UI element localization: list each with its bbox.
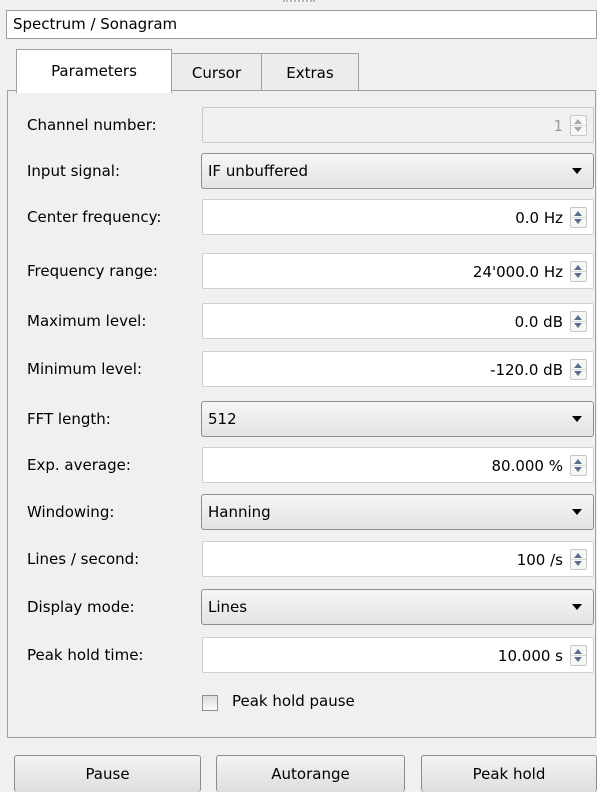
- channel-number-label: Channel number:: [27, 116, 157, 134]
- channel-number-stepper: [570, 115, 587, 136]
- frequency-range-spinbox[interactable]: 24'000.0 Hz: [202, 253, 594, 289]
- chevron-down-icon: [572, 416, 582, 422]
- center-frequency-value: 0.0 Hz: [515, 209, 563, 227]
- spin-down-icon: [574, 127, 582, 132]
- windowing-row: Windowing: Hanning: [0, 494, 597, 530]
- lines-per-second-label: Lines / second:: [27, 550, 140, 568]
- maximum-level-row: Maximum level: 0.0 dB: [0, 303, 597, 339]
- input-signal-dropdown[interactable]: IF unbuffered: [201, 153, 594, 189]
- chevron-down-icon: [572, 168, 582, 174]
- chevron-down-icon: [572, 604, 582, 610]
- fft-length-label: FFT length:: [27, 410, 111, 428]
- channel-number-row: Channel number: 1: [0, 107, 597, 143]
- peak-hold-time-spinbox[interactable]: 10.000 s: [202, 637, 594, 673]
- pause-button[interactable]: Pause: [14, 755, 201, 792]
- autorange-button[interactable]: Autorange: [216, 755, 405, 792]
- channel-number-spinbox: 1: [202, 107, 594, 143]
- peak-hold-button[interactable]: Peak hold: [421, 755, 597, 792]
- lines-per-second-value: 100 /s: [516, 551, 563, 569]
- dock-grip-handle[interactable]: [283, 0, 315, 6]
- peak-hold-time-label: Peak hold time:: [27, 646, 144, 664]
- spin-down-icon[interactable]: [574, 561, 582, 566]
- fft-length-dropdown[interactable]: 512: [201, 401, 594, 437]
- spin-down-icon[interactable]: [574, 273, 582, 278]
- maximum-level-stepper[interactable]: [570, 311, 587, 332]
- peak-hold-time-row: Peak hold time: 10.000 s: [0, 637, 597, 673]
- display-mode-value: Lines: [208, 598, 248, 616]
- display-mode-label: Display mode:: [27, 598, 135, 616]
- tab-cursor[interactable]: Cursor: [171, 53, 262, 91]
- spin-down-icon[interactable]: [574, 219, 582, 224]
- checkbox-box[interactable]: [202, 695, 218, 711]
- center-frequency-label: Center frequency:: [27, 208, 162, 226]
- center-frequency-stepper[interactable]: [570, 207, 587, 228]
- frequency-range-label: Frequency range:: [27, 262, 158, 280]
- channel-number-value: 1: [553, 117, 563, 135]
- frequency-range-row: Frequency range: 24'000.0 Hz: [0, 253, 597, 289]
- frequency-range-stepper[interactable]: [570, 261, 587, 282]
- minimum-level-stepper[interactable]: [570, 359, 587, 380]
- exp-average-label: Exp. average:: [27, 456, 131, 474]
- exp-average-spinbox[interactable]: 80.000 %: [202, 447, 594, 483]
- peak-hold-time-stepper[interactable]: [570, 645, 587, 666]
- maximum-level-spinbox[interactable]: 0.0 dB: [202, 303, 594, 339]
- spin-down-icon[interactable]: [574, 371, 582, 376]
- lines-per-second-row: Lines / second: 100 /s: [0, 541, 597, 577]
- spin-down-icon[interactable]: [574, 323, 582, 328]
- exp-average-value: 80.000 %: [491, 457, 563, 475]
- spin-up-icon[interactable]: [574, 211, 582, 216]
- window-title-bar: Spectrum / Sonagram: [6, 10, 597, 39]
- display-mode-dropdown[interactable]: Lines: [201, 589, 594, 625]
- tab-cursor-label: Cursor: [191, 64, 242, 82]
- chevron-down-icon: [572, 509, 582, 515]
- windowing-value: Hanning: [208, 503, 271, 521]
- spin-down-icon[interactable]: [574, 467, 582, 472]
- display-mode-row: Display mode: Lines: [0, 589, 597, 625]
- windowing-dropdown[interactable]: Hanning: [201, 494, 594, 530]
- maximum-level-label: Maximum level:: [27, 312, 147, 330]
- input-signal-row: Input signal: IF unbuffered: [0, 153, 597, 189]
- minimum-level-value: -120.0 dB: [490, 361, 563, 379]
- maximum-level-value: 0.0 dB: [514, 313, 563, 331]
- tab-extras[interactable]: Extras: [261, 53, 359, 91]
- exp-average-stepper[interactable]: [570, 455, 587, 476]
- spin-down-icon[interactable]: [574, 657, 582, 662]
- spin-up-icon[interactable]: [574, 459, 582, 464]
- lines-per-second-stepper[interactable]: [570, 549, 587, 570]
- window-title: Spectrum / Sonagram: [13, 15, 178, 33]
- spin-up-icon[interactable]: [574, 363, 582, 368]
- windowing-label: Windowing:: [27, 503, 115, 521]
- input-signal-value: IF unbuffered: [208, 162, 309, 180]
- spin-up-icon[interactable]: [574, 315, 582, 320]
- tab-parameters[interactable]: Parameters: [16, 49, 172, 93]
- frequency-range-value: 24'000.0 Hz: [472, 263, 563, 281]
- tab-parameters-label: Parameters: [51, 62, 137, 80]
- minimum-level-label: Minimum level:: [27, 360, 143, 378]
- input-signal-label: Input signal:: [27, 162, 121, 180]
- peak-hold-pause-label: Peak hold pause: [232, 692, 355, 710]
- spin-up-icon[interactable]: [574, 649, 582, 654]
- lines-per-second-spinbox[interactable]: 100 /s: [202, 541, 594, 577]
- center-frequency-row: Center frequency: 0.0 Hz: [0, 199, 597, 235]
- peak-hold-time-value: 10.000 s: [497, 647, 563, 665]
- tab-extras-label: Extras: [286, 64, 334, 82]
- center-frequency-spinbox[interactable]: 0.0 Hz: [202, 199, 594, 235]
- fft-length-row: FFT length: 512: [0, 401, 597, 437]
- minimum-level-spinbox[interactable]: -120.0 dB: [202, 351, 594, 387]
- minimum-level-row: Minimum level: -120.0 dB: [0, 351, 597, 387]
- spin-up-icon: [574, 119, 582, 124]
- spin-up-icon[interactable]: [574, 553, 582, 558]
- spin-up-icon[interactable]: [574, 265, 582, 270]
- fft-length-value: 512: [208, 410, 237, 428]
- exp-average-row: Exp. average: 80.000 %: [0, 447, 597, 483]
